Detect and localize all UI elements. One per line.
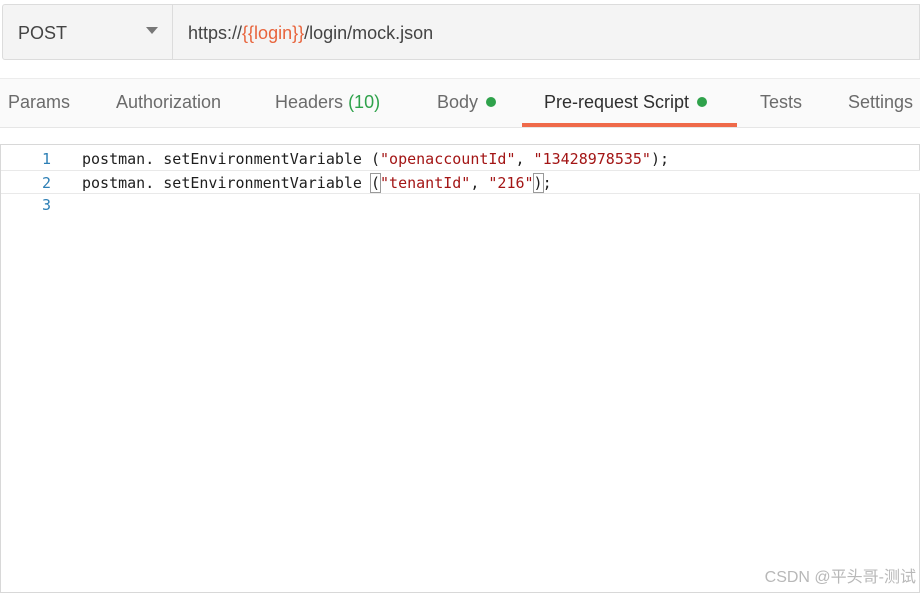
tab-pre-request-script[interactable]: Pre-request Script (544, 92, 708, 113)
tab-authorization[interactable]: Authorization (116, 92, 221, 113)
request-bar: POST https://{{login}}/login/mock.json (0, 0, 920, 62)
code-line-active: 2 postman. setEnvironmentVariable ("tena… (1, 170, 920, 194)
tab-pre-request-script-label: Pre-request Script (544, 92, 690, 112)
code-text: postman. setEnvironmentVariable ("tenant… (82, 173, 552, 193)
green-dot-icon (486, 97, 497, 107)
code-line: 1 postman. setEnvironmentVariable ("open… (1, 147, 920, 171)
code-text: postman. setEnvironmentVariable ("openac… (82, 150, 670, 168)
tab-params[interactable]: Params (8, 92, 70, 113)
code-line: 3 (1, 193, 920, 217)
line-number: 1 (41, 150, 51, 168)
url-input[interactable]: https://{{login}}/login/mock.json (173, 4, 920, 60)
tab-params-label: Params (8, 92, 71, 112)
url-variable: {{login}} (242, 23, 305, 43)
active-tab-underline (522, 123, 737, 127)
headers-count-badge: (10) (348, 92, 381, 112)
tab-headers[interactable]: Headers (10) (275, 92, 380, 113)
green-dot-icon (697, 97, 708, 107)
request-tabs: Params Authorization Headers (10) Body P… (0, 78, 920, 128)
tab-body-label: Body (437, 92, 479, 112)
method-label: POST (18, 23, 68, 43)
matched-bracket: ) (532, 173, 544, 193)
tab-tests-label: Tests (760, 92, 803, 112)
tab-settings-label: Settings (848, 92, 914, 112)
url-suffix: /login/mock.json (304, 23, 434, 43)
tab-settings[interactable]: Settings (848, 92, 913, 113)
watermark: CSDN @平头哥-测试 (764, 569, 916, 586)
matched-bracket: ( (369, 173, 382, 193)
method-dropdown[interactable]: POST (2, 4, 173, 60)
chevron-down-icon (146, 27, 158, 34)
tab-tests[interactable]: Tests (760, 92, 802, 113)
tab-authorization-label: Authorization (116, 92, 222, 112)
line-number: 3 (41, 196, 51, 214)
url-text: https://{{login}}/login/mock.json (188, 23, 433, 44)
tab-headers-label: Headers (275, 92, 344, 112)
line-number: 2 (41, 174, 51, 192)
url-prefix: https:// (188, 23, 243, 43)
tab-body[interactable]: Body (437, 92, 497, 113)
script-editor[interactable]: 1 postman. setEnvironmentVariable ("open… (0, 144, 920, 593)
